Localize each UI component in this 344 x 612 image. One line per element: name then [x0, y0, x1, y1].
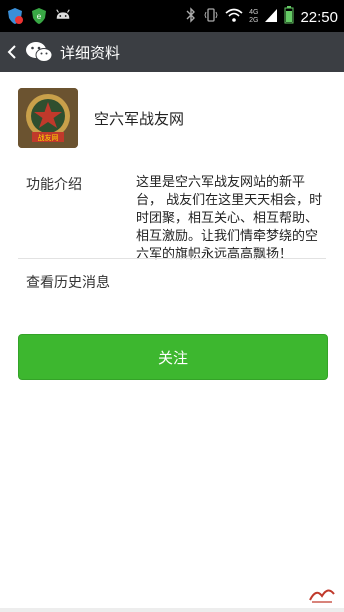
chevron-left-icon	[7, 45, 16, 59]
bluetooth-icon	[185, 7, 197, 27]
svg-text:e: e	[37, 12, 42, 21]
account-name: 空六军战友网	[94, 109, 185, 128]
vpn-shield-icon	[6, 7, 24, 25]
watermark-icon	[308, 584, 336, 604]
wifi-icon	[225, 7, 243, 27]
profile-card: 战友网 空六军战友网 功能介绍 这里是空六军战友网站的新平台， 战友们在这里天天…	[0, 72, 344, 608]
wechat-logo-icon	[24, 32, 54, 72]
back-button[interactable]	[0, 32, 24, 72]
android-icon	[54, 7, 72, 25]
intro-text: 这里是空六军战友网站的新平台， 战友们在这里天天相会，时时团聚，相互关心、相互帮…	[136, 175, 323, 262]
signal-icon	[264, 7, 278, 27]
app-update-icon: e	[30, 7, 48, 25]
notification-icons: e	[6, 7, 72, 25]
vibrate-icon	[203, 7, 219, 27]
profile-header: 战友网 空六军战友网	[18, 88, 184, 148]
battery-icon	[284, 6, 294, 28]
view-history-link[interactable]: 查看历史消息	[26, 272, 110, 292]
avatar-banner-text: 战友网	[38, 133, 59, 142]
intro-label: 功能介绍	[26, 177, 82, 193]
avatar: 战友网	[18, 88, 78, 148]
status-bar: e 4G 2G 22:50	[0, 0, 344, 32]
system-icons: 4G 2G 22:50	[185, 6, 338, 28]
network-type: 4G 2G	[249, 9, 259, 24]
follow-button[interactable]: 关注	[18, 334, 328, 380]
action-bar: 详细资料	[0, 32, 344, 72]
divider	[18, 258, 326, 259]
page-title: 详细资料	[60, 43, 121, 62]
clock: 22:50	[300, 8, 338, 26]
